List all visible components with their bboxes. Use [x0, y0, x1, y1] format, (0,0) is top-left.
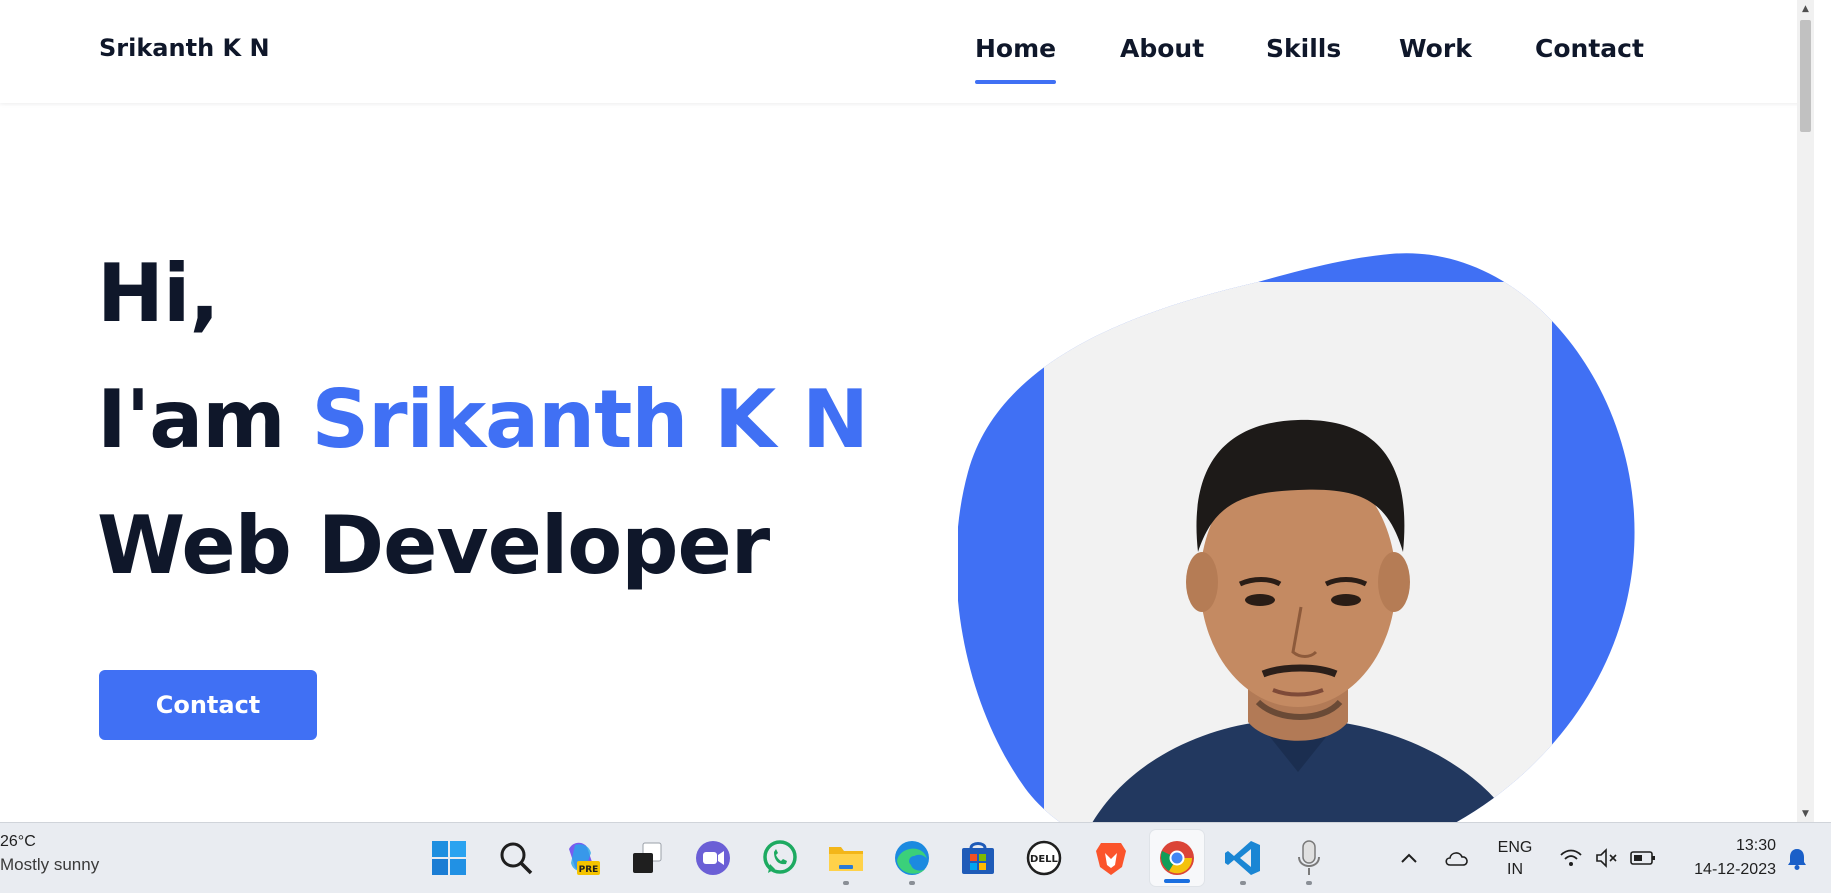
hero-blob-image — [958, 253, 1635, 822]
nav-about[interactable]: About — [1120, 34, 1204, 63]
language-indicator[interactable]: ENG IN — [1490, 836, 1540, 882]
system-tray: ENG IN 13:30 14-12-2023 — [0, 823, 1831, 893]
nav-home[interactable]: Home — [975, 34, 1057, 84]
clock[interactable]: 13:30 14-12-2023 — [1672, 833, 1776, 883]
clock-time: 13:30 — [1735, 837, 1776, 854]
wifi-icon[interactable] — [1556, 845, 1586, 871]
profile-photo — [1044, 282, 1552, 822]
volume-muted-icon[interactable] — [1592, 845, 1622, 871]
language-region: IN — [1507, 861, 1523, 878]
vertical-scrollbar[interactable]: ▲ ▼ — [1797, 0, 1814, 822]
hero-greeting: Hi, — [97, 247, 220, 340]
hero-intro-line: I'am Srikanth K N — [97, 373, 869, 466]
site-header: Srikanth K N Home About Skills Work Cont… — [0, 0, 1814, 103]
scroll-thumb[interactable] — [1800, 20, 1811, 132]
nav-contact[interactable]: Contact — [1535, 34, 1644, 63]
notification-bell-icon[interactable] — [1782, 845, 1812, 873]
onedrive-cloud-icon[interactable] — [1442, 845, 1472, 871]
scroll-up-arrow-icon[interactable]: ▲ — [1797, 0, 1814, 17]
scroll-down-arrow-icon[interactable]: ▼ — [1797, 805, 1814, 822]
clock-date: 14-12-2023 — [1694, 861, 1776, 878]
windows-taskbar: 26°C Mostly sunny PRE DELL ENG IN 13:30 … — [0, 822, 1831, 893]
language-code: ENG — [1497, 839, 1533, 856]
hero-intro: I'am — [97, 373, 286, 466]
nav-work[interactable]: Work — [1399, 34, 1472, 63]
nav-skills[interactable]: Skills — [1266, 34, 1341, 63]
battery-icon[interactable] — [1628, 845, 1658, 871]
hero-role: Web Developer — [97, 499, 770, 592]
contact-button[interactable]: Contact — [99, 670, 317, 740]
hero-name: Srikanth K N — [311, 373, 868, 466]
chevron-up-icon[interactable] — [1396, 845, 1422, 871]
site-logo[interactable]: Srikanth K N — [99, 34, 270, 62]
browser-page: Srikanth K N Home About Skills Work Cont… — [0, 0, 1814, 822]
